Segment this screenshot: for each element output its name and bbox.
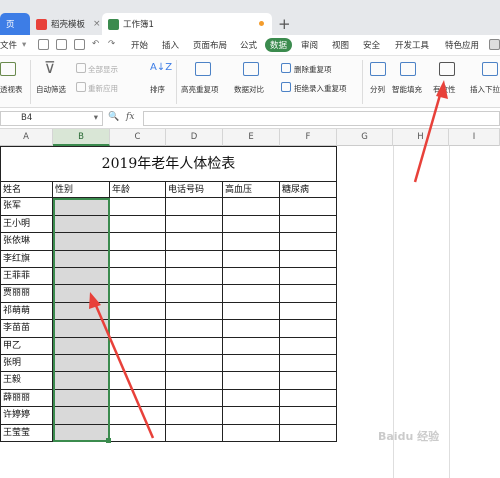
arrow-to-selection (89, 292, 155, 439)
arrow-to-validity (413, 80, 448, 183)
baidu-watermark: Baidu 经验 (378, 430, 440, 443)
annotation-arrows (89, 80, 448, 439)
